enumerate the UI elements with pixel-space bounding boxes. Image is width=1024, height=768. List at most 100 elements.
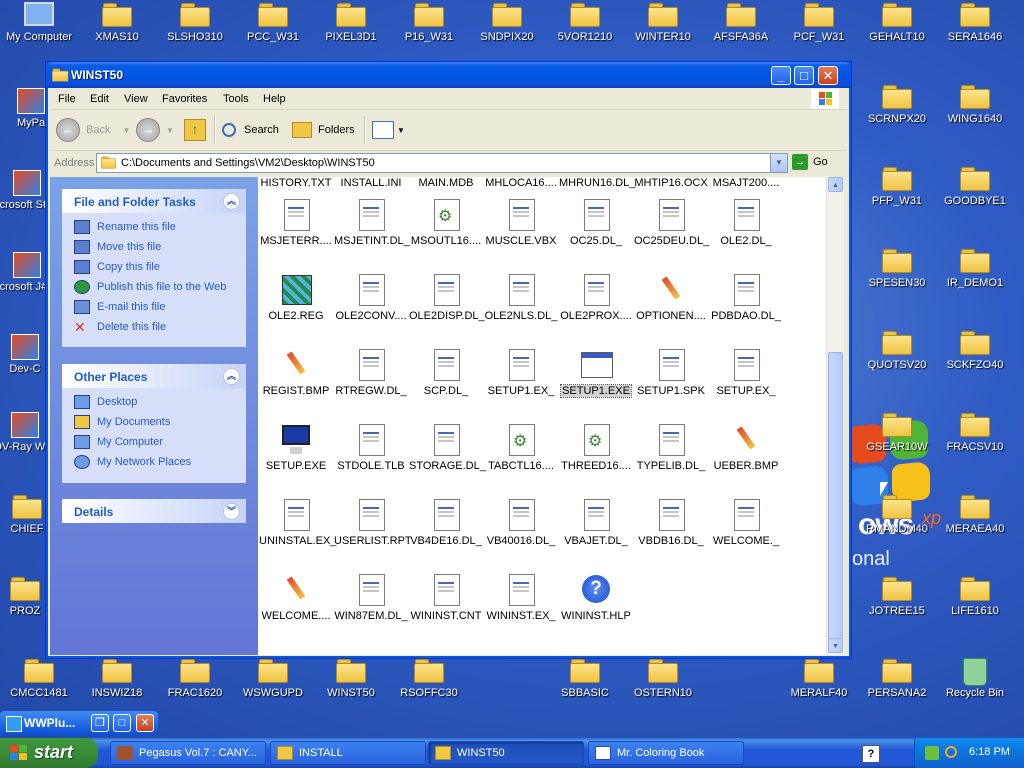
desktop-icon-gsear10w[interactable]: GSEAR10W [858,412,936,453]
file-item[interactable]: USERLIST.RPT [333,499,412,547]
go-button[interactable]: → Go [792,154,828,170]
back-button[interactable]: ← Back ▼ [56,118,130,142]
file-item[interactable]: INSTALL.INI [333,177,409,189]
search-button[interactable]: Search [222,118,279,142]
menu-edit[interactable]: Edit [90,93,109,105]
file-item[interactable]: OLE2PROX.... [558,274,634,322]
file-item[interactable]: MAIN.MDB [408,177,484,189]
task-link-publish-this-file-to-the-web[interactable]: Publish this file to the Web [62,277,246,297]
close-button[interactable]: ✕ [818,66,838,85]
file-item[interactable]: REGIST.BMP [258,349,334,397]
file-item[interactable]: SETUP.EX_ [708,349,784,397]
file-item[interactable]: UNINSTAL.EX_ [258,499,336,547]
task-pegasus[interactable]: Pegasus Vol.7 : CANY... [110,741,266,765]
desktop-icon-jotree15[interactable]: JOTREE15 [858,576,936,617]
desktop-icon-ostern10[interactable]: OSTERN10 [624,658,702,699]
desktop-icon-wswgupd[interactable]: WSWGUPD [234,658,312,699]
file-item[interactable]: THREED16.... [558,424,634,472]
desktop-icon-winter10[interactable]: WINTER10 [624,2,702,43]
desktop-icon-sera1646[interactable]: SERA1646 [936,2,1014,43]
file-item[interactable]: OPTIONEN.... [633,274,709,322]
restore-button[interactable]: ❐ [91,714,109,732]
file-item[interactable]: HISTORY.TXT [258,177,334,189]
menu-help[interactable]: Help [263,93,286,105]
desktop-icon-meraea40[interactable]: MERAEA40 [936,494,1014,535]
scroll-up-button[interactable]: ▲ [828,177,843,192]
file-item[interactable]: ? WININST.HLP [558,574,634,622]
help-icon[interactable]: ? [862,745,880,763]
desktop-icon-life1610[interactable]: LIFE1610 [936,576,1014,617]
task-link-rename-this-file[interactable]: Rename this file [62,217,246,237]
file-item[interactable]: SETUP.EXE [258,424,334,472]
file-item[interactable]: SETUP1.SPK [633,349,709,397]
desktop-icon-sbbasic[interactable]: SBBASIC [546,658,624,699]
collapse-icon[interactable]: ︽ [223,368,240,385]
desktop-icon-ir-demo1[interactable]: IR_DEMO1 [936,248,1014,289]
task-link-move-this-file[interactable]: Move this file [62,237,246,257]
task-install[interactable]: INSTALL [270,741,426,765]
place-link-my-network-places[interactable]: My Network Places [62,452,246,472]
forward-dropdown-icon[interactable]: ▼ [166,126,174,135]
desktop-icon-wing1640[interactable]: WING1640 [936,84,1014,125]
file-item[interactable]: MHRUN16.DL_ [558,177,635,189]
desktop-icon-goodbye1[interactable]: GOODBYE1 [936,166,1014,207]
file-item[interactable]: MSAJT200.... [708,177,784,189]
desktop-icon-quotsv20[interactable]: QUOTSV20 [858,330,936,371]
file-item[interactable]: VB40016.DL_ [483,499,559,547]
forward-button[interactable]: → ▼ [136,118,174,142]
desktop-icon-cmcc1481[interactable]: CMCC1481 [0,658,78,699]
desktop-icon-5vor1210[interactable]: 5VOR1210 [546,2,624,43]
file-item[interactable]: OLE2.REG [258,274,334,322]
file-item[interactable]: MSJETINT.DL_ [333,199,410,247]
desktop-icon-afsfa36a[interactable]: AFSFA36A [702,2,780,43]
file-item[interactable]: TYPELIB.DL_ [633,424,709,472]
task-winst50[interactable]: WINST50 [428,741,584,765]
desktop-icon-recycle-bin[interactable]: Recycle Bin [936,658,1014,699]
folders-button[interactable]: Folders [292,118,355,142]
address-dropdown-icon[interactable]: ▼ [770,154,787,172]
file-item[interactable]: RTREGW.DL_ [333,349,409,397]
task-coloring-book[interactable]: Mr. Coloring Book [588,741,744,765]
file-folder-tasks-header[interactable]: File and Folder Tasks ︽ [62,189,246,213]
desktop-icon-p16-w31[interactable]: P16_W31 [390,2,468,43]
desktop-icon-gehalt10[interactable]: GEHALT10 [858,2,936,43]
file-item[interactable]: STDOLE.TLB [333,424,409,472]
file-item[interactable]: WELCOME._ [708,499,784,547]
minimize-button[interactable]: _ [771,66,791,85]
minimized-window-wwplus[interactable]: WWPlu... ❐ □ ✕ [0,711,158,735]
close-button[interactable]: ✕ [136,714,154,732]
file-item[interactable]: WININST.EX_ [483,574,559,622]
desktop-icon-winst50[interactable]: WINST50 [312,658,390,699]
other-places-header[interactable]: Other Places ︽ [62,364,246,388]
file-item[interactable]: OLE2.DL_ [708,199,784,247]
place-link-my-computer[interactable]: My Computer [62,432,246,452]
file-item[interactable]: SETUP1.EXE [558,349,634,398]
file-item[interactable]: WIN87EM.DL_ [333,574,409,622]
file-list-view[interactable]: HISTORY.TXT INSTALL.INI MAIN.MDB MHLOCA16..… [258,177,826,655]
file-item[interactable]: VB4DE16.DL_ [408,499,484,547]
desktop-icon-pcf-w31[interactable]: PCF_W31 [780,2,858,43]
desktop-icon-pixel3d1[interactable]: PIXEL3D1 [312,2,390,43]
file-item[interactable]: MSOUTL16.... [408,199,484,247]
vertical-scrollbar[interactable]: ▲ ▼ [826,177,844,655]
desktop-icon-slsho310[interactable]: SLSHO310 [156,2,234,43]
task-link-delete-this-file[interactable]: ✕ Delete this file [62,317,246,337]
desktop-icon-rmandm40[interactable]: RMANDM40 [858,494,936,535]
file-item[interactable]: STORAGE.DL_ [408,424,486,472]
menu-file[interactable]: File [58,93,76,105]
desktop-icon-my-computer[interactable]: My Computer [0,2,78,43]
file-item[interactable]: SETUP1.EX_ [483,349,559,397]
desktop-icon-pcc-w31[interactable]: PCC_W31 [234,2,312,43]
place-link-desktop[interactable]: Desktop [62,392,246,412]
task-link-copy-this-file[interactable]: Copy this file [62,257,246,277]
menu-favorites[interactable]: Favorites [162,93,207,105]
file-item[interactable]: MHLOCA16.... [483,177,559,189]
desktop-icon-fracsv10[interactable]: FRACSV10 [936,412,1014,453]
file-item[interactable]: OC25.DL_ [558,199,634,247]
file-item[interactable]: VBAJET.DL_ [558,499,634,547]
desktop-icon-meralf40[interactable]: MERALF40 [780,658,858,699]
clock[interactable]: 6:18 PM [969,746,1010,758]
file-item[interactable]: WELCOME.... [258,574,334,622]
menu-tools[interactable]: Tools [223,93,249,105]
desktop-icon-pfp-w31[interactable]: PFP_W31 [858,166,936,207]
